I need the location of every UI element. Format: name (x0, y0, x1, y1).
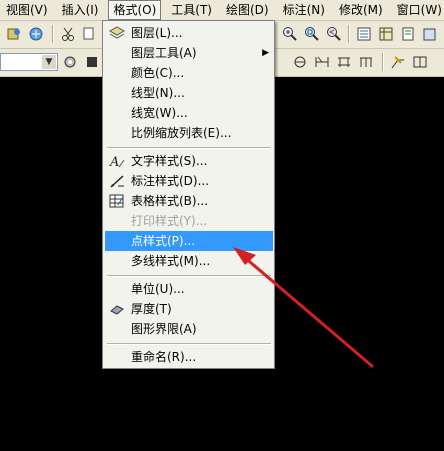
layers-icon (109, 26, 125, 39)
zoom-window-icon (305, 27, 319, 41)
menu-view[interactable]: 视图(V) (2, 1, 52, 19)
plot-button[interactable] (26, 25, 46, 43)
menu-modify[interactable]: 修改(M) (335, 1, 387, 19)
zoom-realtime-icon (283, 27, 297, 41)
menu-item-label: 文字样式(S)... (131, 154, 208, 168)
thickness-icon (110, 305, 124, 315)
menu-item-point-style[interactable]: 点样式(P)... (105, 231, 273, 251)
quick-leader-button[interactable] (388, 53, 408, 71)
layer-states-button[interactable] (60, 53, 80, 71)
format-menu-dropdown: 图层(L)... 图层工具(A) ▶ 颜色(C)... 线型(N)... 线宽(… (102, 20, 275, 369)
menu-item-label: 厚度(T) (131, 302, 172, 316)
svg-text:A: A (109, 155, 119, 169)
menu-insert[interactable]: 插入(I) (58, 1, 103, 19)
text-style-icon: A (109, 155, 125, 169)
menu-item-label: 线宽(W)... (131, 106, 188, 120)
3d-orbit-button[interactable] (290, 53, 310, 71)
menu-item-label: 表格样式(B)... (131, 194, 209, 208)
menu-dimension[interactable]: 标注(N) (279, 1, 329, 19)
menu-tools[interactable]: 工具(T) (167, 1, 216, 19)
menu-item-layer[interactable]: 图层(L)... (105, 23, 273, 43)
menu-item-layer-tools[interactable]: 图层工具(A) ▶ (105, 43, 273, 63)
zoom-previous-icon (327, 27, 341, 41)
zoom-previous-button[interactable] (324, 25, 344, 43)
menu-separator (107, 275, 271, 277)
menu-item-units[interactable]: 单位(U)... (105, 279, 273, 299)
menu-item-label: 重命名(R)... (131, 350, 197, 364)
linear-dim-button[interactable] (312, 53, 332, 71)
table-style-icon (109, 194, 124, 208)
tool-palettes-button[interactable] (398, 25, 418, 43)
tolerance-button[interactable] (410, 53, 430, 71)
menu-item-label: 图层工具(A) (131, 46, 197, 60)
zoom-realtime-button[interactable] (280, 25, 300, 43)
properties-icon (357, 27, 371, 41)
publish-icon (7, 28, 20, 40)
menu-format[interactable]: 格式(O) (108, 0, 162, 20)
properties-button[interactable] (354, 25, 374, 43)
dimension-style-icon (110, 175, 124, 188)
make-current-button[interactable] (82, 53, 102, 71)
submenu-arrow-icon: ▶ (262, 48, 269, 58)
orbit-icon (294, 56, 306, 68)
menu-item-dimension-style[interactable]: 标注样式(D)... (105, 171, 273, 191)
chevron-down-icon: ▼ (42, 55, 56, 69)
menu-item-label: 图形界限(A) (131, 322, 197, 336)
gear-icon (64, 56, 76, 68)
menu-item-drawing-limits[interactable]: 图形界限(A) (105, 319, 273, 339)
continue-dimension-icon (360, 57, 372, 67)
menu-item-label: 比例缩放列表(E)... (131, 126, 232, 140)
menu-item-label: 标注样式(D)... (131, 174, 210, 188)
menu-item-multiline-style[interactable]: 多线样式(M)... (105, 251, 273, 271)
baseline-dimension-icon (338, 57, 350, 67)
menu-draw[interactable]: 绘图(D) (222, 1, 273, 19)
menu-item-linetype[interactable]: 线型(N)... (105, 83, 273, 103)
menu-item-plot-style: 打印样式(Y)... (105, 211, 273, 231)
menu-item-scale-list[interactable]: 比例缩放列表(E)... (105, 123, 273, 143)
menu-item-lineweight[interactable]: 线宽(W)... (105, 103, 273, 123)
zoom-window-button[interactable] (302, 25, 322, 43)
publish-button[interactable] (4, 25, 24, 43)
menu-item-thickness[interactable]: 厚度(T) (105, 299, 273, 319)
plot-icon (29, 27, 43, 41)
stack-icon (87, 57, 97, 67)
aligned-dim-button[interactable] (334, 53, 354, 71)
menu-item-label: 线型(N)... (131, 86, 185, 100)
design-center-icon (379, 27, 393, 41)
menu-item-rename[interactable]: 重命名(R)... (105, 347, 273, 367)
copy-icon (83, 27, 94, 40)
menu-item-label: 打印样式(Y)... (131, 214, 208, 228)
sheet-set-icon (423, 28, 436, 41)
menu-item-table-style[interactable]: 表格样式(B)... (105, 191, 273, 211)
design-center-button[interactable] (376, 25, 396, 43)
menu-separator (107, 147, 271, 149)
menu-item-label: 点样式(P)... (131, 234, 196, 248)
tool-palettes-icon (402, 27, 414, 41)
menu-window[interactable]: 窗口(W) (393, 1, 444, 19)
menu-bar: 视图(V) 插入(I) 格式(O) 工具(T) 绘图(D) 标注(N) 修改(M… (0, 0, 444, 21)
copy-button[interactable] (80, 25, 100, 43)
menu-item-label: 多线样式(M)... (131, 254, 211, 268)
cut-button[interactable] (58, 25, 78, 43)
sheet-set-button[interactable] (420, 25, 440, 43)
menu-item-label: 颜色(C)... (131, 66, 185, 80)
continue-dim-button[interactable] (356, 53, 376, 71)
menu-item-text-style[interactable]: A 文字样式(S)... (105, 151, 273, 171)
menu-separator (107, 343, 271, 345)
layer-combo[interactable]: ▼ (0, 53, 58, 71)
menu-item-color[interactable]: 颜色(C)... (105, 63, 273, 83)
linear-dimension-icon (315, 56, 329, 67)
leader-icon (391, 56, 404, 69)
menu-item-label: 图层(L)... (131, 26, 183, 40)
menu-item-label: 单位(U)... (131, 282, 185, 296)
tolerance-icon (413, 56, 427, 68)
scissors-icon (62, 27, 74, 41)
